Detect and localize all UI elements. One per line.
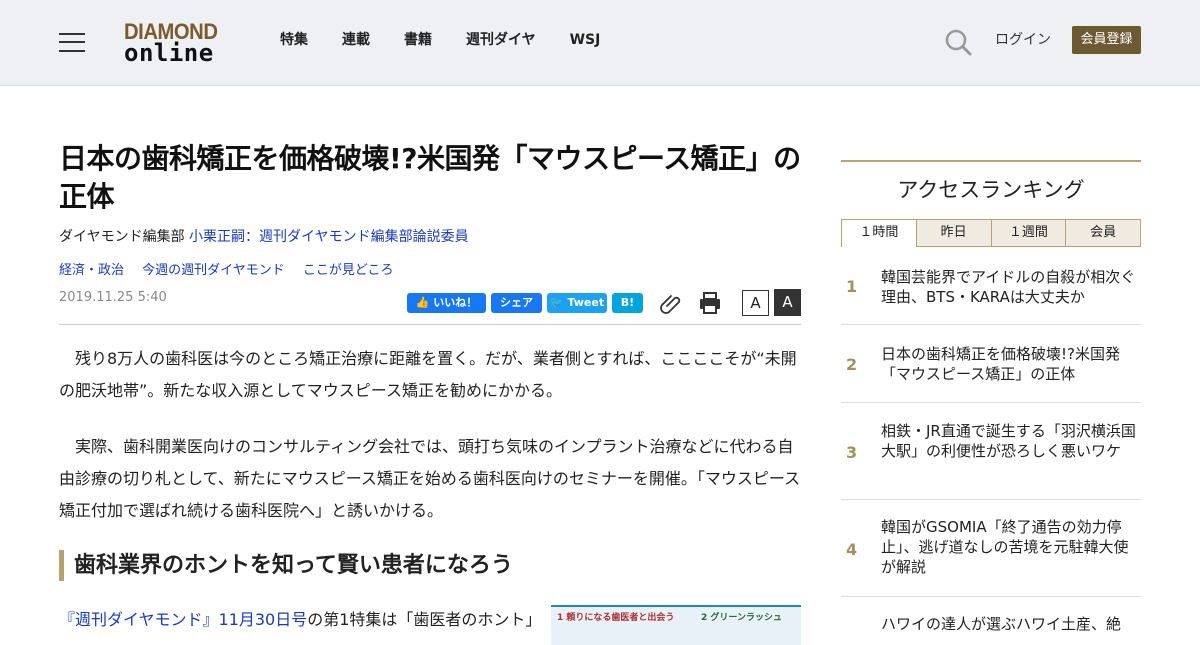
- article-subheading: 歯科業界のホントを知って賢い患者になろう: [59, 550, 801, 581]
- nav-item-tokushu[interactable]: 特集: [280, 31, 308, 49]
- byline: ダイヤモンド編集部 小栗正嗣：週刊ダイヤモンド編集部論説委員: [59, 227, 469, 247]
- nav-item-rensai[interactable]: 連載: [342, 31, 370, 49]
- ranking-item[interactable]: 2 日本の歯科矯正を価格破壊!?米国発「マウスピース矯正」の正体: [841, 325, 1141, 403]
- ranking-text: 相鉄・JR直通で誕生する「羽沢横浜国大駅」の利便性が恐ろしく悪いワケ: [881, 422, 1136, 460]
- ranking-number: 1: [846, 277, 858, 296]
- tweet-button[interactable]: 🐦 Tweet: [547, 293, 607, 313]
- ranking-number: 4: [846, 540, 858, 559]
- divider: [59, 324, 801, 325]
- search-icon[interactable]: [944, 28, 972, 56]
- ranking-tabs: １時間 昨日 １週間 会員: [841, 219, 1141, 247]
- article-paragraph: 残り8万人の歯科医は今のところ矯正治療に距離を置く。だが、業者側とすれば、こここ…: [59, 349, 797, 400]
- nav-item-weekly[interactable]: 週刊ダイヤ: [466, 31, 536, 49]
- main-nav: 特集 連載 書籍 週刊ダイヤ WSJ: [280, 31, 634, 49]
- ranking-title: アクセスランキング: [897, 178, 1085, 202]
- ranking-item[interactable]: 1 韓国芸能界でアイドルの自殺が相次ぐ理由、BTS・KARAは大丈夫か: [841, 247, 1141, 325]
- hatena-bookmark-button[interactable]: B!: [612, 293, 643, 313]
- link-icon[interactable]: [658, 291, 682, 315]
- register-button[interactable]: 会員登録: [1072, 26, 1141, 54]
- tag-link[interactable]: 経済・政治: [59, 263, 124, 278]
- publish-date: 2019.11.25 5:40: [59, 290, 167, 305]
- facebook-share-button[interactable]: シェア: [491, 293, 542, 313]
- article-title: 日本の歯科矯正を価格破壊!?米国発「マウスピース矯正」の正体: [59, 142, 801, 213]
- tag-list: 経済・政治 今週の週刊ダイヤモンド ここが見どころ: [59, 262, 408, 280]
- facebook-like-button[interactable]: 👍 いいね！: [407, 293, 486, 313]
- ranking-item[interactable]: ハワイの達人が選ぶハワイ土産、絶: [841, 597, 1141, 637]
- ranking-text: ハワイの達人が選ぶハワイ土産、絶: [881, 615, 1122, 633]
- divider: [841, 160, 1141, 162]
- tab-members[interactable]: 会員: [1066, 219, 1141, 247]
- tag-link[interactable]: ここが見どころ: [303, 263, 394, 278]
- tab-1hour[interactable]: １時間: [841, 219, 917, 247]
- magazine-link[interactable]: 『週刊ダイヤモンド』11月30日号: [59, 610, 307, 629]
- site-logo[interactable]: DIAMOND online: [124, 20, 226, 66]
- site-header: DIAMOND online 特集 連載 書籍 週刊ダイヤ WSJ ログイン 会…: [0, 0, 1200, 86]
- ranking-text: 韓国芸能界でアイドルの自殺が相次ぐ理由、BTS・KARAは大丈夫か: [881, 268, 1136, 306]
- nav-item-shoseki[interactable]: 書籍: [404, 31, 432, 49]
- feature-banner[interactable]: 1 頼りになる歯医者と出会う 2 グリーンラッシュ: [551, 605, 801, 645]
- ranking-text: 日本の歯科矯正を価格破壊!?米国発「マウスピース矯正」の正体: [881, 345, 1120, 383]
- ranking-number: 2: [846, 355, 858, 374]
- font-size-large-button[interactable]: A: [774, 289, 801, 316]
- menu-icon[interactable]: [59, 33, 85, 52]
- font-size-small-button[interactable]: A: [742, 290, 769, 316]
- paragraph-text: の第1特集は「歯医者のホント」: [307, 610, 542, 629]
- banner-label-left: 1 頼りになる歯医者と出会う: [557, 613, 675, 623]
- byline-dept: ダイヤモンド編集部: [59, 229, 185, 245]
- ranking-text: 韓国がGSOMIA「終了通告の効力停止」、逃げ道なしの苦境を元駐韓大使が解説: [881, 518, 1129, 576]
- nav-item-wsj[interactable]: WSJ: [570, 31, 601, 49]
- byline-author-link[interactable]: 小栗正嗣：週刊ダイヤモンド編集部論説委員: [189, 229, 469, 245]
- ranking-item[interactable]: 4 韓国がGSOMIA「終了通告の効力停止」、逃げ道なしの苦境を元駐韓大使が解説: [841, 500, 1141, 597]
- print-icon[interactable]: [698, 291, 722, 315]
- tag-link[interactable]: 今週の週刊ダイヤモンド: [142, 263, 285, 278]
- banner-label-right: 2 グリーンラッシュ: [701, 613, 782, 623]
- ranking-number: 3: [846, 443, 858, 462]
- tweet-label: Tweet: [567, 296, 605, 309]
- facebook-like-label: いいね！: [433, 296, 478, 309]
- ranking-item[interactable]: 3 相鉄・JR直通で誕生する「羽沢横浜国大駅」の利便性が恐ろしく悪いワケ: [841, 403, 1141, 500]
- logo-online: online: [124, 39, 214, 67]
- article-paragraph: 実際、歯科開業医向けのコンサルティング会社では、頭打ち気味のインプラント治療など…: [59, 437, 801, 520]
- share-buttons: 👍 いいね！ シェア 🐦 Tweet B!: [407, 293, 643, 313]
- login-link[interactable]: ログイン: [995, 31, 1051, 49]
- article-paragraph: 『週刊ダイヤモンド』11月30日号の第1特集は「歯医者のホント」: [59, 608, 541, 632]
- tab-1week[interactable]: １週間: [991, 219, 1067, 247]
- tab-yesterday[interactable]: 昨日: [916, 219, 992, 247]
